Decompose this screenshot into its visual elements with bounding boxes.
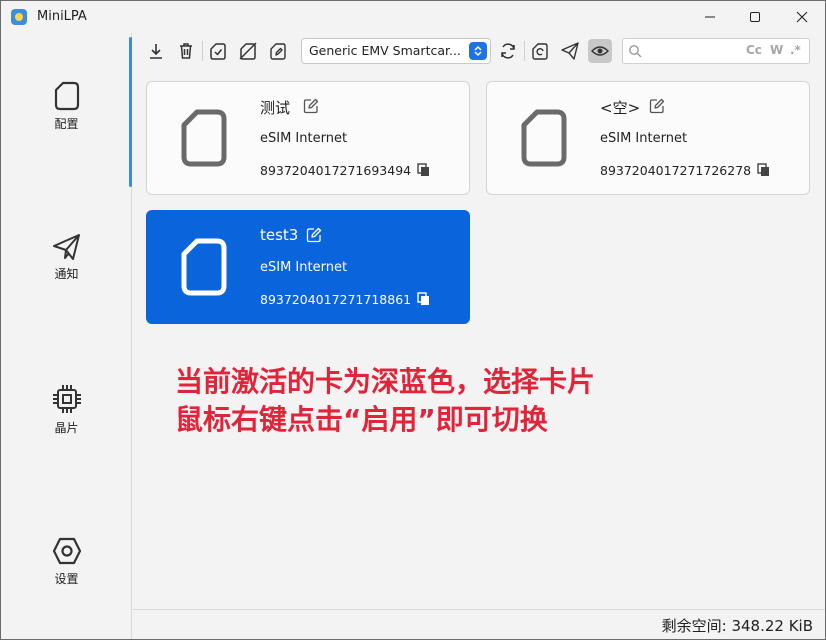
search-icon [629, 45, 642, 58]
device-select[interactable]: Generic EMV Smartcar... [301, 38, 491, 64]
enable-profile-button[interactable] [206, 39, 230, 63]
profile-provider: eSIM Internet [260, 260, 348, 275]
sim-edit-icon [270, 43, 286, 60]
sidebar: 配置 通知 晶片 设置 [1, 33, 132, 639]
sidebar-item-notifications[interactable]: 通知 [1, 233, 132, 282]
sim-refresh-icon [532, 43, 548, 60]
disable-profile-button[interactable] [236, 39, 260, 63]
sim-card-icon [181, 109, 227, 167]
profile-list: 测试 eSIM Internet 8937204017271693494 <空>… [133, 69, 825, 609]
profile-name: 测试 [260, 99, 291, 117]
search-box: Cc W .* [622, 38, 810, 64]
sim-card-icon [54, 81, 79, 111]
minimize-button[interactable] [687, 1, 733, 33]
profile-provider: eSIM Internet [600, 131, 688, 146]
sim-card-icon [521, 109, 567, 167]
app-window: MiniLPA 配置 通知 晶片 设置 Generic EMV Smartcar… [0, 0, 826, 640]
trash-icon [180, 43, 192, 59]
gear-icon [52, 537, 81, 565]
delete-button[interactable] [174, 39, 198, 63]
maximize-button[interactable] [732, 1, 778, 33]
search-input[interactable] [645, 41, 740, 61]
free-space-label: 剩余空间: 348.22 KiB [661, 617, 813, 635]
sidebar-item-label: 晶片 [54, 421, 79, 435]
toolbar: Generic EMV Smartcar... Cc W .* [141, 35, 821, 67]
chip-icon [52, 385, 81, 413]
profile-card[interactable]: 测试 eSIM Internet 8937204017271693494 [146, 81, 470, 195]
refresh-icon [501, 43, 515, 59]
edit-icon[interactable] [306, 227, 322, 243]
refresh-button[interactable] [496, 39, 520, 63]
profile-iccid: 8937204017271693494 [260, 163, 412, 178]
match-case-toggle[interactable]: Cc [746, 43, 762, 57]
status-bar: 剩余空间: 348.22 KiB [133, 609, 825, 639]
send-notification-button[interactable] [558, 39, 582, 63]
sidebar-item-chip[interactable]: 晶片 [1, 383, 132, 436]
paper-plane-icon [561, 42, 579, 60]
toolbar-divider [524, 41, 525, 61]
profile-card-active[interactable]: test3 eSIM Internet 8937204017271718861 [146, 210, 470, 324]
sidebar-item-label: 配置 [54, 117, 79, 131]
sim-card-icon [181, 238, 227, 296]
toolbar-divider [202, 41, 203, 61]
regex-toggle[interactable]: .* [790, 43, 801, 57]
annotation-line: 当前激活的卡为深蓝色，选择卡片 [175, 365, 596, 398]
whole-word-toggle[interactable]: W [770, 43, 783, 57]
sim-off-icon [239, 42, 257, 60]
copy-icon[interactable] [417, 163, 431, 177]
profile-iccid: 8937204017271726278 [600, 163, 752, 178]
window-title: MiniLPA [37, 9, 87, 24]
profile-card[interactable]: <空> eSIM Internet 8937204017271726278 [486, 81, 810, 195]
sidebar-item-label: 通知 [54, 267, 79, 281]
edit-icon[interactable] [303, 98, 319, 114]
profile-name: test3 [260, 226, 299, 244]
download-icon [150, 44, 162, 59]
profile-name: <空> [600, 99, 641, 117]
sim-check-icon [210, 43, 226, 60]
maximize-icon [750, 12, 760, 22]
paper-plane-icon [52, 234, 80, 260]
chip-refresh-button[interactable] [528, 39, 552, 63]
title-bar: MiniLPA [1, 1, 825, 33]
copy-icon[interactable] [757, 163, 771, 177]
annotation-overlay: 当前激活的卡为深蓝色，选择卡片 鼠标右键点击“启用”即可切换 [175, 363, 695, 439]
close-button[interactable] [779, 1, 825, 33]
profile-iccid: 8937204017271718861 [260, 292, 412, 307]
sidebar-item-settings[interactable]: 设置 [1, 536, 132, 587]
profile-provider: eSIM Internet [260, 131, 348, 146]
edit-icon[interactable] [649, 98, 665, 114]
download-button[interactable] [144, 39, 168, 63]
sidebar-item-label: 设置 [54, 572, 79, 586]
eye-icon [591, 46, 609, 56]
chevron-updown-icon [469, 42, 487, 60]
visibility-toggle[interactable] [588, 39, 612, 63]
copy-icon[interactable] [417, 292, 431, 306]
edit-profile-button[interactable] [266, 39, 290, 63]
device-select-value: Generic EMV Smartcar... [309, 43, 461, 58]
annotation-line: 鼠标右键点击“启用”即可切换 [175, 403, 548, 436]
close-icon [796, 11, 808, 23]
app-logo-icon [11, 9, 27, 25]
minimize-icon [705, 16, 715, 18]
sidebar-item-profiles[interactable]: 配置 [1, 81, 132, 132]
